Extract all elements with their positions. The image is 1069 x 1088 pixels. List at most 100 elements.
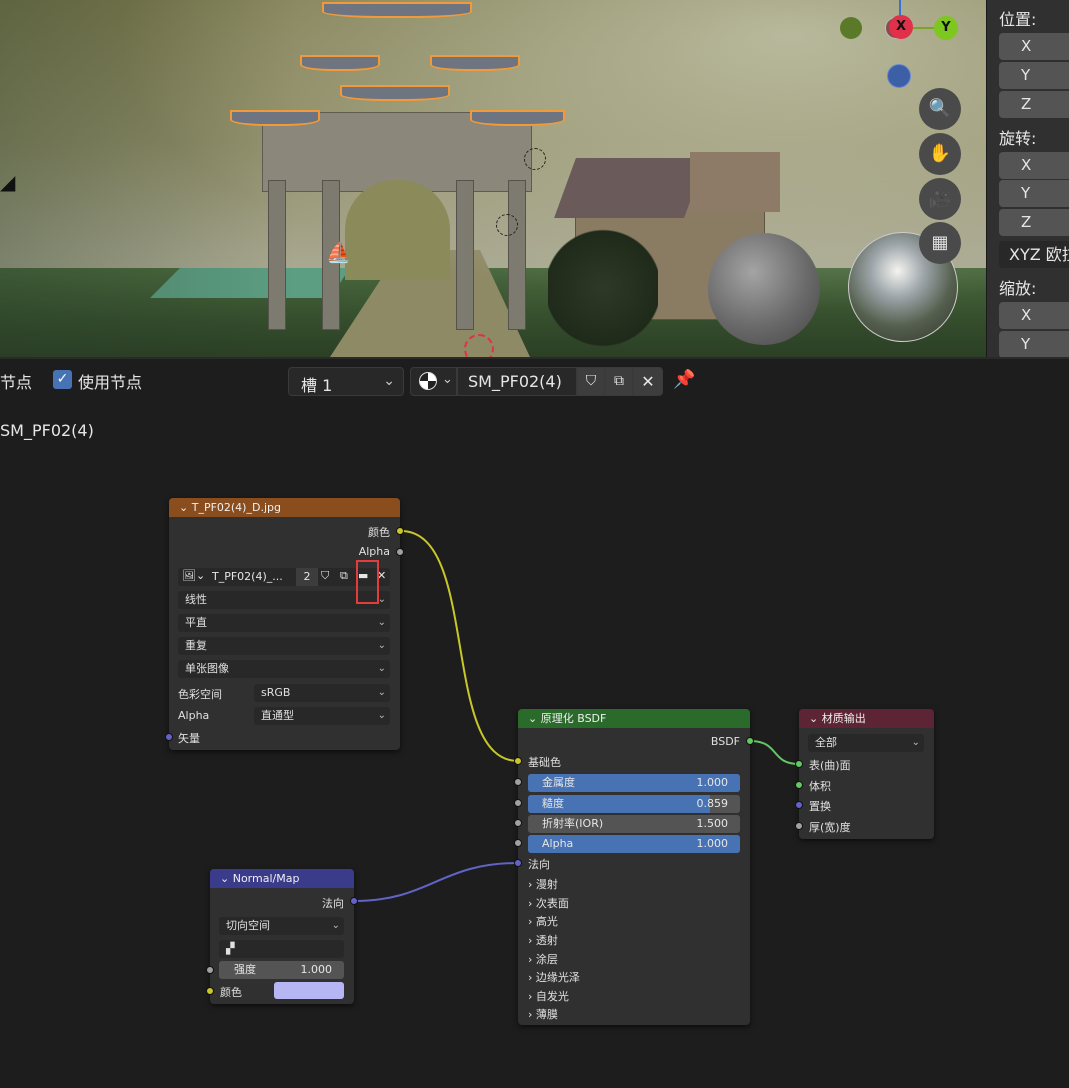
chevron-down-icon: ⌄ (331, 920, 340, 931)
ior-label: 折射率(IOR) (542, 817, 604, 830)
surface-label: 表(曲)面 (809, 759, 851, 772)
out-color-label: 颜色 (368, 526, 390, 539)
link-bsdf-to-surface (749, 740, 800, 765)
normal-label: 法向 (528, 858, 550, 871)
in-volume-socket[interactable] (795, 781, 803, 789)
in-roughness-socket[interactable] (514, 799, 522, 807)
image-texture-node[interactable]: ⌄ T_PF02(4)_D.jpg 颜色 Alpha 🖼⌄ T_PF02(4)_… (165, 498, 404, 750)
out-normal-label: 法向 (322, 897, 344, 910)
metallic-value: 1.000 (696, 776, 729, 789)
in-color-socket[interactable] (206, 987, 214, 995)
uv-map-field[interactable]: ▞ (219, 940, 344, 958)
chevron-down-icon: ⌄ (377, 617, 386, 628)
alpha-mode-select[interactable]: 直通型 ⌄ (254, 707, 390, 725)
normal-space-select[interactable]: 切向空间 ⌄ (219, 917, 344, 935)
chevron-down-icon: ⌄ (377, 710, 386, 721)
output-target-select[interactable]: 全部 ⌄ (808, 734, 924, 752)
panel-transmission[interactable]: › 透射 (528, 932, 558, 948)
in-displacement-socket[interactable] (795, 801, 803, 809)
chevron-right-icon: › (528, 934, 536, 947)
extension-value: 重复 (185, 639, 207, 652)
normal-node-header[interactable]: ⌄ Normal/Map (210, 869, 354, 888)
color-swatch[interactable] (274, 982, 344, 999)
panel-transmission-label: 透射 (535, 934, 558, 947)
panel-subsurface[interactable]: › 次表面 (528, 895, 569, 911)
panel-thin-film[interactable]: › 薄膜 (528, 1006, 558, 1022)
normal-map-node[interactable]: ⌄ Normal/Map 法向 切向空间 ⌄ ▞ 强度 1.000 颜色 (206, 869, 358, 1004)
output-node-title: 材质输出 (821, 712, 866, 725)
highlight-box (356, 560, 379, 604)
strength-field[interactable]: 强度 1.000 (219, 961, 344, 979)
in-alpha-socket[interactable] (514, 839, 522, 847)
color-space-label: 色彩空间 (178, 688, 222, 701)
chevron-right-icon: › (528, 953, 536, 966)
extension-select[interactable]: 重复 ⌄ (178, 637, 390, 655)
chevron-down-icon[interactable]: ⌄ (220, 872, 233, 885)
panel-sheen[interactable]: › 边缘光泽 (528, 969, 580, 985)
out-normal-socket[interactable] (350, 897, 358, 905)
roughness-slider[interactable]: 糙度 0.859 (528, 795, 740, 813)
panel-emission[interactable]: › 自发光 (528, 988, 569, 1004)
image-users-count[interactable]: 2 (296, 568, 318, 586)
chevron-down-icon: ⌄ (911, 737, 920, 748)
in-normal-socket[interactable] (514, 859, 522, 867)
link-color-to-basecolor (400, 530, 519, 762)
out-bsdf-socket[interactable] (746, 737, 754, 745)
in-vector-socket[interactable] (165, 733, 173, 741)
ior-value: 1.500 (696, 817, 729, 830)
uv-map-icon: ▞ (226, 942, 235, 955)
image-node-header[interactable]: ⌄ T_PF02(4)_D.jpg (169, 498, 400, 517)
source-select[interactable]: 单张图像 ⌄ (178, 660, 390, 678)
roughness-value: 0.859 (696, 797, 729, 810)
fake-user-shield-icon[interactable]: ⛉ (321, 569, 329, 583)
output-node-header[interactable]: ⌄ 材质输出 (799, 709, 934, 728)
panel-specular-label: 高光 (535, 915, 558, 928)
chevron-right-icon: › (528, 915, 536, 928)
chevron-right-icon: › (528, 878, 536, 891)
in-metallic-socket[interactable] (514, 778, 522, 786)
color-space-select[interactable]: sRGB ⌄ (254, 684, 390, 702)
duplicate-icon[interactable]: ⧉ (340, 569, 348, 583)
in-vector-label: 矢量 (178, 732, 200, 745)
source-value: 单张图像 (185, 662, 229, 675)
metallic-label: 金属度 (542, 776, 575, 789)
displacement-label: 置换 (809, 800, 831, 813)
in-ior-socket[interactable] (514, 819, 522, 827)
strength-label: 强度 (234, 963, 256, 976)
chevron-down-icon[interactable]: ⌄ (179, 501, 192, 514)
chevron-down-icon[interactable]: ⌄ (809, 712, 822, 725)
strength-value: 1.000 (300, 963, 333, 976)
alpha-slider[interactable]: Alpha 1.000 (528, 835, 740, 853)
out-color-socket[interactable] (396, 527, 404, 535)
thickness-label: 厚(宽)度 (809, 821, 851, 834)
principled-bsdf-node[interactable]: ⌄ 原理化 BSDF BSDF 基础色 金属度 1.000 糙度 0.859 折… (514, 709, 754, 1025)
chevron-down-icon: ⌄ (377, 640, 386, 651)
panel-diffuse[interactable]: › 漫射 (528, 876, 558, 892)
out-bsdf-label: BSDF (710, 735, 740, 748)
in-thickness-socket[interactable] (795, 822, 803, 830)
color-space-value: sRGB (261, 686, 291, 699)
in-basecolor-socket[interactable] (514, 757, 522, 765)
material-output-node[interactable]: ⌄ 材质输出 全部 ⌄ 表(曲)面 体积 置换 厚(宽)度 (795, 709, 934, 839)
projection-value: 平直 (185, 616, 207, 629)
in-surface-socket[interactable] (795, 760, 803, 768)
image-browse-icon[interactable]: 🖼⌄ (182, 569, 205, 582)
projection-select[interactable]: 平直 ⌄ (178, 614, 390, 632)
panel-thin-film-label: 薄膜 (535, 1008, 558, 1021)
in-strength-socket[interactable] (206, 966, 214, 974)
normal-space-value: 切向空间 (226, 919, 270, 932)
out-alpha-socket[interactable] (396, 548, 404, 556)
alpha-label: Alpha (542, 837, 574, 850)
ior-field[interactable]: 折射率(IOR) 1.500 (528, 815, 740, 833)
panel-specular[interactable]: › 高光 (528, 913, 558, 929)
base-color-label: 基础色 (528, 756, 561, 769)
panel-subsurface-label: 次表面 (535, 897, 569, 910)
chevron-right-icon: › (528, 897, 536, 910)
volume-label: 体积 (809, 780, 831, 793)
bsdf-node-header[interactable]: ⌄ 原理化 BSDF (518, 709, 750, 728)
panel-coat[interactable]: › 涂层 (528, 951, 558, 967)
image-name-field[interactable]: T_PF02(4)_... (212, 570, 283, 583)
color-label: 颜色 (220, 986, 242, 999)
metallic-slider[interactable]: 金属度 1.000 (528, 774, 740, 792)
chevron-down-icon[interactable]: ⌄ (528, 712, 541, 725)
